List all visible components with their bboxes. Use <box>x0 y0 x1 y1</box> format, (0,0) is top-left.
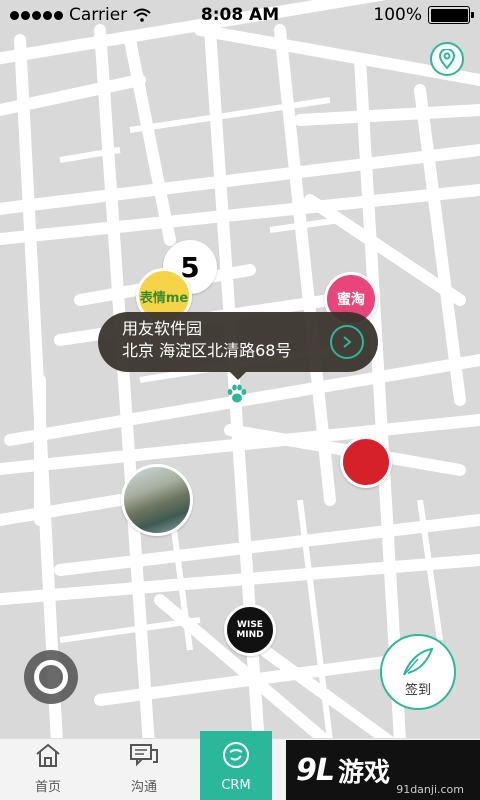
tab-home-label: 首页 <box>34 780 61 795</box>
tab-crm[interactable]: CRM <box>200 731 272 800</box>
home-icon <box>36 743 60 767</box>
status-time: 8:08 AM <box>200 5 280 25</box>
marker-wise-mind[interactable]: WISE MIND <box>224 604 276 656</box>
status-right: 100% <box>373 5 474 25</box>
watermark-logo: 9L <box>296 752 335 788</box>
battery-icon <box>428 6 474 24</box>
recenter-button[interactable] <box>24 650 78 704</box>
chevron-right-icon <box>343 336 352 348</box>
marker-red-logo[interactable] <box>340 436 392 488</box>
crm-icon <box>223 742 249 768</box>
signin-label: 签到 <box>404 683 431 698</box>
status-left: Carrier <box>10 5 151 25</box>
tab-home[interactable]: 首页 <box>0 739 96 800</box>
marker-landscape-photo[interactable] <box>121 464 193 536</box>
tab-chat[interactable]: 沟通 <box>96 739 192 800</box>
signin-button[interactable]: 签到 <box>380 634 456 710</box>
tab-crm-label: CRM <box>221 778 251 793</box>
location-pin-button[interactable] <box>430 42 464 76</box>
popup-go-button[interactable] <box>330 325 364 359</box>
location-pin-icon <box>438 49 456 69</box>
tab-chat-label: 沟通 <box>130 780 157 795</box>
watermark-banner: 9L 游戏 91danji.com <box>286 740 480 800</box>
watermark-url: 91danji.com <box>396 783 464 796</box>
wifi-icon <box>133 8 151 22</box>
paw-location-icon <box>227 384 247 403</box>
chat-icon <box>130 744 158 767</box>
status-bar: Carrier 8:08 AM 100% <box>0 0 480 30</box>
location-popup[interactable]: 用友软件园 北京 海淀区北清路68号 <box>98 312 378 380</box>
feather-icon <box>403 647 434 676</box>
marker-wise-mind-label: WISE MIND <box>236 620 264 640</box>
watermark-text: 游戏 <box>338 757 391 788</box>
signal-icon <box>10 10 63 20</box>
target-icon <box>34 660 68 694</box>
carrier-label: Carrier <box>69 5 128 25</box>
battery-percent: 100% <box>373 5 422 25</box>
